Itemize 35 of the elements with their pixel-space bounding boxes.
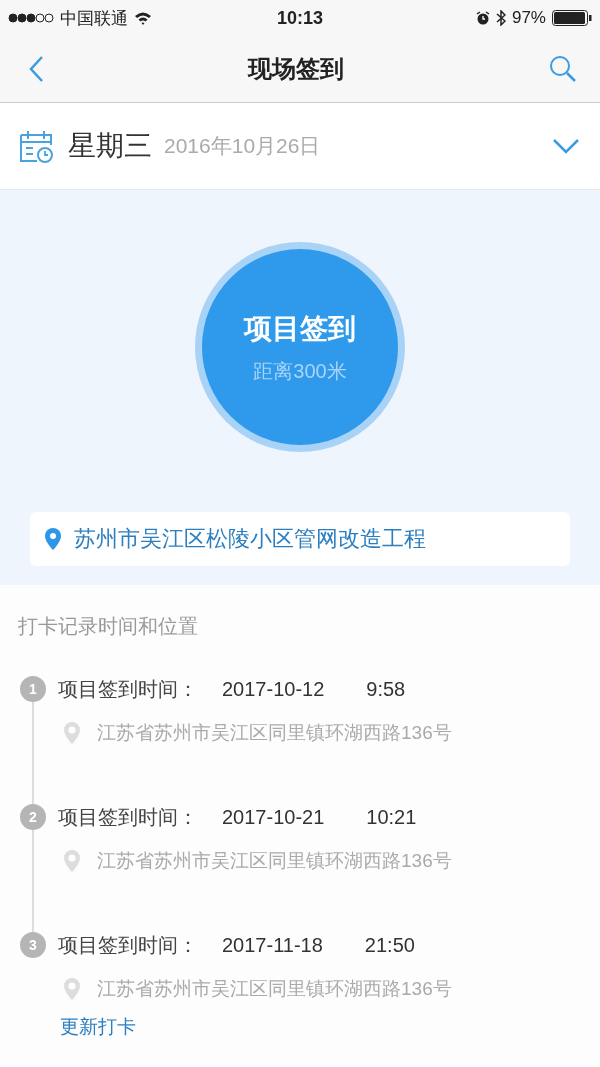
record-time: 10:21 [366, 805, 417, 829]
alarm-icon [475, 11, 490, 25]
record-address: 江苏省苏州市吴江区同里镇环湖西路136号 [97, 849, 452, 873]
signal-icon [8, 13, 54, 23]
date-text: 2016年10月26日 [164, 133, 322, 159]
clock: 10:13 [276, 7, 323, 29]
record-label: 项目签到时间： [58, 804, 199, 830]
project-location: 苏州市吴江区松陵小区管网改造工程 [74, 525, 426, 553]
location-pin-icon [63, 977, 81, 1001]
records-heading: 打卡记录时间和位置 [18, 614, 199, 639]
record-label: 项目签到时间： [58, 932, 199, 958]
step-number: 3 [20, 932, 46, 958]
battery-percent: 97% [511, 8, 546, 28]
record-date: 2017-10-12 [222, 677, 325, 701]
step-number: 2 [20, 804, 46, 830]
location-pin-icon [63, 721, 81, 745]
record-address: 江苏省苏州市吴江区同里镇环湖西路136号 [97, 721, 452, 745]
record-time: 9:58 [366, 677, 406, 701]
carrier: 中国联通 [60, 7, 128, 30]
location-pin-icon [44, 527, 62, 551]
step-number: 1 [20, 676, 46, 702]
weekday: 星期三 [68, 129, 152, 163]
record-date: 2017-11-18 [222, 933, 323, 957]
bluetooth-icon [495, 10, 506, 26]
record-address: 江苏省苏州市吴江区同里镇环湖西路136号 [97, 977, 452, 1001]
page-title: 现场签到 [248, 54, 344, 84]
record-time: 21:50 [364, 933, 415, 957]
location-pin-icon [63, 849, 81, 873]
calendar-icon [18, 128, 54, 164]
record-label: 项目签到时间： [58, 676, 199, 702]
update-link[interactable]: 更新打卡 [60, 1014, 136, 1040]
check-in-button[interactable]: 项目签到 距离300米 [202, 249, 398, 445]
wifi-icon [134, 11, 152, 25]
battery-icon [552, 10, 592, 26]
record-date: 2017-10-21 [222, 805, 325, 829]
